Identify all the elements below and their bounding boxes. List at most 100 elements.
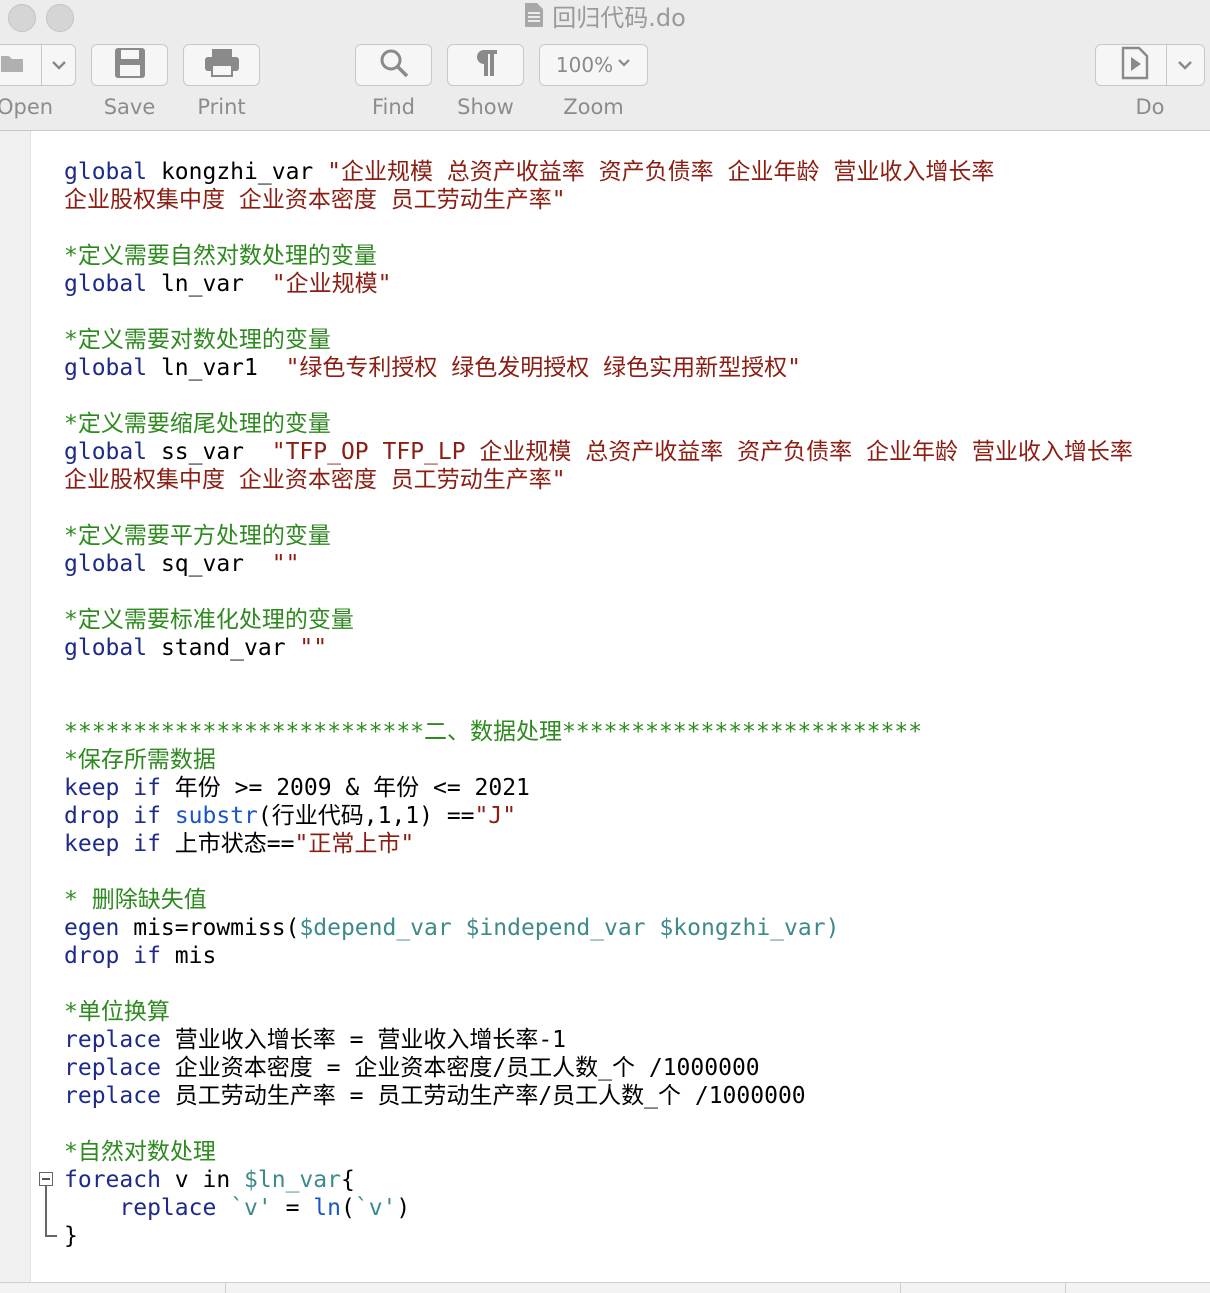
code-token: "正常上市" [294, 831, 415, 857]
code-token: "绿色专利授权 绿色发明授权 绿色实用新型授权" [285, 355, 801, 381]
code-token: v in [160, 1167, 245, 1193]
magnifier-icon [378, 47, 410, 83]
code-line[interactable] [64, 858, 1133, 886]
floppy-disk-icon [113, 46, 147, 84]
code-token: drop [64, 803, 120, 829]
code-line[interactable]: global kongzhi_var "企业规模 总资产收益率 资产负债率 企业… [64, 158, 1133, 186]
code-line[interactable] [64, 382, 1133, 410]
code-token: "企业规模 总资产收益率 资产负债率 企业年龄 营业收入增长率 [327, 159, 995, 185]
code-token: { [340, 1167, 355, 1193]
code-line[interactable]: *定义需要缩尾处理的变量 [64, 410, 1133, 438]
code-token: 企业股权集中度 企业资本密度 员工劳动生产率" [64, 187, 566, 213]
code-token: substr [174, 803, 258, 829]
document-icon [524, 2, 544, 36]
code-line[interactable]: foreach v in $ln_var{ [64, 1166, 1133, 1194]
code-token: "" [271, 551, 300, 577]
code-line[interactable] [64, 970, 1133, 998]
code-line[interactable]: *自然对数处理 [64, 1138, 1133, 1166]
code-token: "J" [474, 803, 517, 829]
fold-range-end [45, 1235, 57, 1237]
code-token: global [64, 439, 148, 465]
code-line[interactable] [64, 662, 1133, 690]
code-token: ln_var1 [147, 355, 286, 381]
print-button[interactable] [183, 44, 260, 86]
code-token: **************************二、数据处理********… [64, 719, 923, 745]
code-line[interactable]: drop if mis [64, 942, 1133, 970]
code-line[interactable]: *定义需要自然对数处理的变量 [64, 242, 1133, 270]
code-token: keep [64, 775, 120, 801]
code-token: global [64, 635, 148, 661]
code-token: "企业规模" [271, 271, 392, 297]
code-line[interactable]: 企业股权集中度 企业资本密度 员工劳动生产率" [64, 466, 1133, 494]
code-line[interactable]: *定义需要对数处理的变量 [64, 326, 1133, 354]
window-titlebar-toolbar: 回归代码.do Open Save Print Find Show 100% Z… [0, 0, 1210, 131]
code-token: drop [64, 943, 120, 969]
code-token: replace [119, 1195, 217, 1221]
code-line[interactable]: drop if substr(行业代码,1,1) =="J" [64, 802, 1133, 830]
code-line[interactable]: 企业股权集中度 企业资本密度 员工劳动生产率" [64, 186, 1133, 214]
chevron-down-icon[interactable] [1177, 55, 1193, 79]
code-token: if [133, 803, 161, 829]
open-button[interactable] [0, 44, 76, 86]
code-line[interactable]: *保存所需数据 [64, 746, 1133, 774]
code-line[interactable]: replace `v' = ln(`v') [64, 1194, 1133, 1222]
code-line[interactable]: replace 员工劳动生产率 = 员工劳动生产率/员工人数_个 /100000… [64, 1082, 1133, 1110]
code-token: mis [160, 943, 217, 969]
code-line[interactable] [64, 690, 1133, 718]
window-title-text: 回归代码.do [552, 4, 686, 32]
code-line[interactable] [64, 298, 1133, 326]
pilcrow-icon [473, 48, 499, 82]
code-line[interactable]: * 删除缺失值 [64, 886, 1133, 914]
code-line[interactable] [64, 1110, 1133, 1138]
code-line[interactable]: global stand_var "" [64, 634, 1133, 662]
show-invisibles-button[interactable] [447, 44, 524, 86]
fold-collapse-icon[interactable] [39, 1172, 53, 1186]
code-line[interactable] [64, 494, 1133, 522]
code-line[interactable] [64, 214, 1133, 242]
do-button[interactable] [1095, 44, 1205, 86]
code-line[interactable]: global sq_var "" [64, 550, 1133, 578]
code-line[interactable]: replace 营业收入增长率 = 营业收入增长率-1 [64, 1026, 1133, 1054]
code-line[interactable]: keep if 年份 >= 2009 & 年份 <= 2021 [64, 774, 1133, 802]
code-token: if [133, 831, 161, 857]
code-line[interactable]: **************************二、数据处理********… [64, 718, 1133, 746]
zoom-select[interactable]: 100% [539, 44, 648, 86]
code-line[interactable]: *定义需要标准化处理的变量 [64, 606, 1133, 634]
find-button[interactable] [355, 44, 432, 86]
code-token: *定义需要缩尾处理的变量 [64, 411, 331, 437]
save-button[interactable] [91, 44, 168, 86]
code-token: ) [396, 1195, 411, 1221]
code-line[interactable]: egen mis=rowmiss($depend_var $independ_v… [64, 914, 1133, 942]
code-token: sq_var [147, 551, 272, 577]
code-line[interactable]: global ln_var "企业规模" [64, 270, 1133, 298]
code-line[interactable]: *单位换算 [64, 998, 1133, 1026]
code-token: (行业代码,1,1) == [257, 803, 475, 829]
code-line[interactable] [64, 578, 1133, 606]
code-token: 企业资本密度 = 企业资本密度/员工人数_个 /1000000 [160, 1055, 760, 1081]
zoom-label: Zoom [563, 95, 624, 119]
code-token: mis=rowmiss( [119, 915, 300, 941]
print-label: Print [197, 95, 246, 119]
code-token: replace [64, 1055, 161, 1081]
code-editor[interactable]: global kongzhi_var "企业规模 总资产收益率 资产负债率 企业… [64, 158, 1133, 1250]
fold-margin [31, 131, 61, 1282]
code-token: $depend_var $independ_var $kongzhi_var) [299, 915, 840, 941]
code-token: *定义需要标准化处理的变量 [64, 607, 354, 633]
code-line[interactable]: keep if 上市状态=="正常上市" [64, 830, 1133, 858]
code-line[interactable]: } [64, 1222, 1133, 1250]
chevron-down-icon [617, 53, 631, 77]
code-line[interactable]: global ln_var1 "绿色专利授权 绿色发明授权 绿色实用新型授权" [64, 354, 1133, 382]
code-line[interactable]: *定义需要平方处理的变量 [64, 522, 1133, 550]
code-token: keep [64, 831, 120, 857]
code-token: foreach [64, 1167, 161, 1193]
code-line[interactable]: replace 企业资本密度 = 企业资本密度/员工人数_个 /1000000 [64, 1054, 1133, 1082]
code-line[interactable]: global ss_var "TFP_OP TFP_LP 企业规模 总资产收益率… [64, 438, 1133, 466]
chevron-down-icon[interactable] [51, 55, 67, 79]
fold-range-line [45, 1186, 47, 1236]
